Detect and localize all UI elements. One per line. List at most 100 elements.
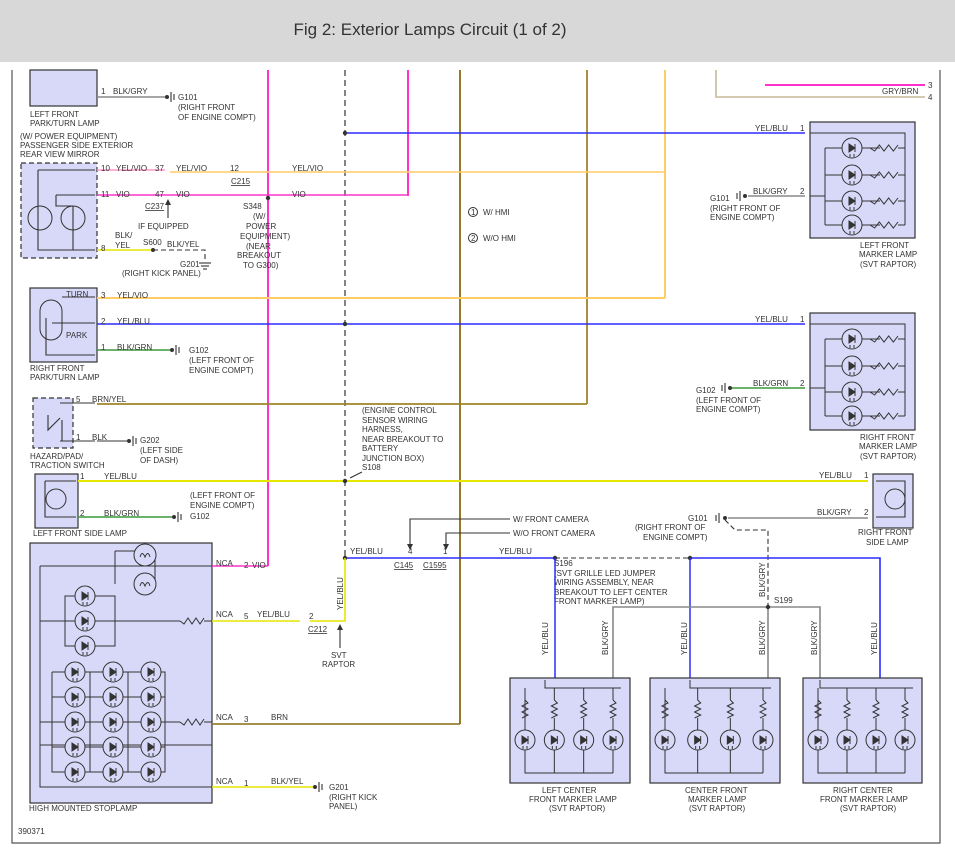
ground-icon [172, 512, 182, 522]
wire-label: YEL/BLU [819, 471, 852, 480]
wire-label: BLK/GRN [753, 379, 788, 388]
ground-location: (LEFT SIDE [140, 446, 183, 455]
legend-label: W/O HMI [483, 234, 516, 243]
ground-label: G101 [710, 194, 730, 203]
wire-label: BLK/GRN [117, 343, 152, 352]
pin-label: 1 [864, 471, 869, 480]
wire-label: BRN/YEL [92, 395, 127, 404]
component-label: MARKER LAMP [859, 442, 917, 451]
wire-label: BLK/GRY [758, 562, 767, 597]
pin-label: 1 [80, 472, 85, 481]
wire-label: YEL/VIO [116, 164, 147, 173]
splice-label: S199 [774, 596, 793, 605]
wire-label: BLK/GRY [810, 620, 819, 655]
connector-label: C212 [308, 625, 328, 634]
component-label: MARKER LAMP [859, 250, 917, 259]
wire-label: YEL/BLU [870, 622, 879, 655]
pin-label: 2 [800, 379, 805, 388]
ground-label: G102 [696, 386, 716, 395]
pin-label: 1 [101, 87, 106, 96]
pin-label: 1 [443, 547, 448, 556]
pin-label: 8 [101, 244, 106, 253]
wire-label: VIO [116, 190, 130, 199]
right-front-side-lamp [872, 473, 914, 529]
connector-label: C215 [231, 177, 251, 186]
splice-note: NEAR BREAKOUT TO [362, 435, 443, 444]
ground-location: (RIGHT KICK [329, 793, 378, 802]
pin-label: 2 [309, 612, 314, 621]
wiring-diagram: GRY/BRN 3 4 1 BLK/GRY G101 (RIGHT FRONT … [11, 69, 941, 844]
left-front-side-lamp [34, 473, 79, 529]
wire-blk-gry [612, 606, 821, 678]
ground-label: G102 [190, 512, 210, 521]
splice-note: (NEAR [246, 242, 271, 251]
passenger-mirror [20, 162, 98, 259]
pin-label: 5 [76, 395, 81, 404]
wire-label: VIO [292, 190, 306, 199]
pin-label: 3 [244, 715, 249, 724]
ground-location: PANEL) [329, 802, 358, 811]
component-label: RIGHT FRONT [860, 433, 915, 442]
splice-note: JUNCTION BOX) [362, 454, 425, 463]
splice-label: S348 [243, 202, 262, 211]
pin-label: 10 [101, 164, 110, 173]
ground-label: G202 [140, 436, 160, 445]
bulb-icon [133, 572, 157, 596]
component-label: (SVT RAPTOR) [549, 804, 605, 813]
splice-s199 [765, 604, 771, 610]
component-label: PARK/TURN LAMP [30, 373, 100, 382]
ground-location: ENGINE COMPT) [643, 533, 708, 542]
splice-note: BREAKOUT [237, 251, 281, 260]
component-label: LEFT FRONT SIDE LAMP [33, 529, 127, 538]
splice-note: BREAKOUT TO LEFT CENTER [554, 588, 668, 597]
wire-label: NCA [216, 610, 234, 619]
splice-label: S600 [143, 238, 162, 247]
wire-label: BLK/GRY [817, 508, 852, 517]
right-front-marker-lamp [809, 312, 916, 431]
component-label: FRONT MARKER LAMP [820, 795, 908, 804]
wire-label: YEL/BLU [257, 610, 290, 619]
pin-label: 47 [155, 190, 164, 199]
legend-label: W/ HMI [483, 208, 510, 217]
pin-label: 3 [928, 81, 933, 90]
wire-label: BLK/ [115, 231, 133, 240]
pin-label: 2 [244, 561, 249, 570]
ground-label: G101 [178, 93, 198, 102]
component-label: FRONT MARKER LAMP [529, 795, 617, 804]
ground-location: (LEFT FRONT OF [189, 356, 254, 365]
pin-label: 12 [230, 164, 239, 173]
wire-label: YEL/BLU [336, 577, 345, 610]
left-front-park-turn-lamp [29, 69, 98, 107]
ground-label: G201 [180, 260, 200, 269]
ground-location: (RIGHT FRONT [178, 103, 235, 112]
pin-label: 5 [244, 612, 249, 621]
splice [342, 130, 348, 136]
ground-icon [736, 191, 747, 201]
component-label: CENTER FRONT [685, 786, 748, 795]
ground-label: G201 [329, 783, 349, 792]
component-label: LEFT FRONT [30, 110, 79, 119]
wire-label: YEL/BLU [755, 124, 788, 133]
pin-label: 4 [928, 93, 933, 102]
ground-location: ENGINE COMPT) [710, 213, 775, 222]
component-label: PARK/TURN LAMP [30, 119, 100, 128]
component-label: MARKER LAMP [688, 795, 746, 804]
splice-note: (ENGINE CONTROL [362, 406, 437, 415]
legend-number: 1 [471, 208, 476, 217]
component-label: (SVT RAPTOR) [840, 804, 896, 813]
connector-label: C1595 [423, 561, 447, 570]
component-label: REAR VIEW MIRROR [20, 150, 100, 159]
ground-icon [165, 92, 175, 102]
wire-label: YEL/BLU [350, 547, 383, 556]
wire-label: YEL/BLU [104, 472, 137, 481]
pin-label: 1 [800, 124, 805, 133]
ground-location: (RIGHT FRONT OF [635, 523, 705, 532]
ground-icon [170, 345, 180, 355]
splice-s108 [342, 478, 348, 484]
note: RAPTOR [322, 660, 355, 669]
splice-label: S196 [554, 559, 573, 568]
connector-label: C145 [394, 561, 414, 570]
wire-label: YEL/VIO [176, 164, 207, 173]
ground-label: G101 [688, 514, 708, 523]
ground-location: ENGINE COMPT) [696, 405, 761, 414]
